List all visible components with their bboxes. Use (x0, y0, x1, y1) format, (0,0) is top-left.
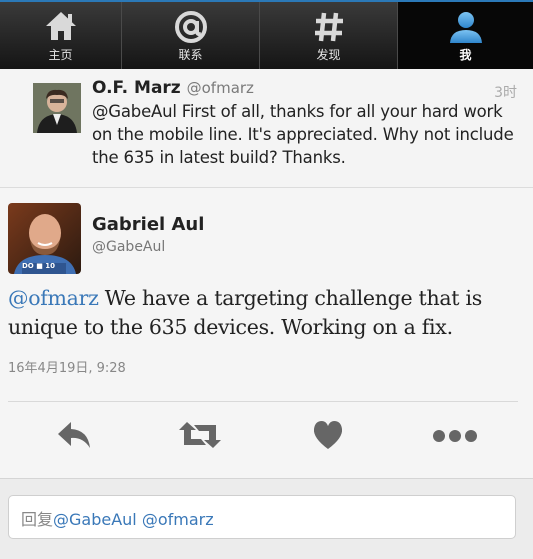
reply-to-name: O.F. Marz (92, 78, 181, 98)
author-name[interactable]: Gabriel Aul (92, 214, 204, 235)
more-icon[interactable] (431, 418, 479, 452)
reply-to-author[interactable]: O.F. Marz @ofmarz (92, 78, 254, 98)
reply-prefix: 回复 (21, 510, 54, 529)
favorite-icon[interactable] (312, 418, 344, 452)
tab-home-label: 主页 (48, 48, 73, 62)
home-icon (45, 12, 76, 40)
ofmarz-avatar[interactable] (33, 83, 81, 133)
reply-to-timestamp: 3时 (494, 85, 517, 101)
reply-to-handle: @ofmarz (186, 79, 254, 97)
divider (8, 401, 518, 402)
tab-me-label: 我 (459, 48, 472, 62)
tab-connect[interactable]: 联系 (122, 2, 259, 69)
at-icon (174, 11, 207, 43)
tab-home[interactable]: 主页 (0, 2, 121, 69)
reply-icon[interactable] (55, 418, 93, 452)
hashtag-icon (314, 12, 343, 42)
mention-link[interactable]: @ofmarz (8, 286, 99, 310)
author-handle[interactable]: @GabeAul (92, 239, 165, 255)
tab-bar: 主页 联系 发现 我 (0, 0, 533, 69)
tab-me[interactable]: 我 (398, 2, 533, 69)
reply-input[interactable]: 回复@GabeAul @ofmarz (8, 495, 516, 539)
tab-discover-label: 发现 (316, 48, 341, 62)
tweet-date: 16年4月19日, 9:28 (8, 361, 126, 376)
reply-mentions: @GabeAul @ofmarz (53, 510, 214, 529)
tab-connect-label: 联系 (178, 48, 203, 62)
reply-to-text: @GabeAul First of all, thanks for all yo… (92, 102, 514, 167)
retweet-icon[interactable] (178, 418, 222, 452)
tweet-text: @ofmarz We have a targeting challenge th… (8, 284, 523, 342)
person-icon (449, 12, 482, 43)
avatar-badge-text: DO ■ 10 (22, 262, 55, 270)
tab-discover[interactable]: 发现 (260, 2, 397, 69)
